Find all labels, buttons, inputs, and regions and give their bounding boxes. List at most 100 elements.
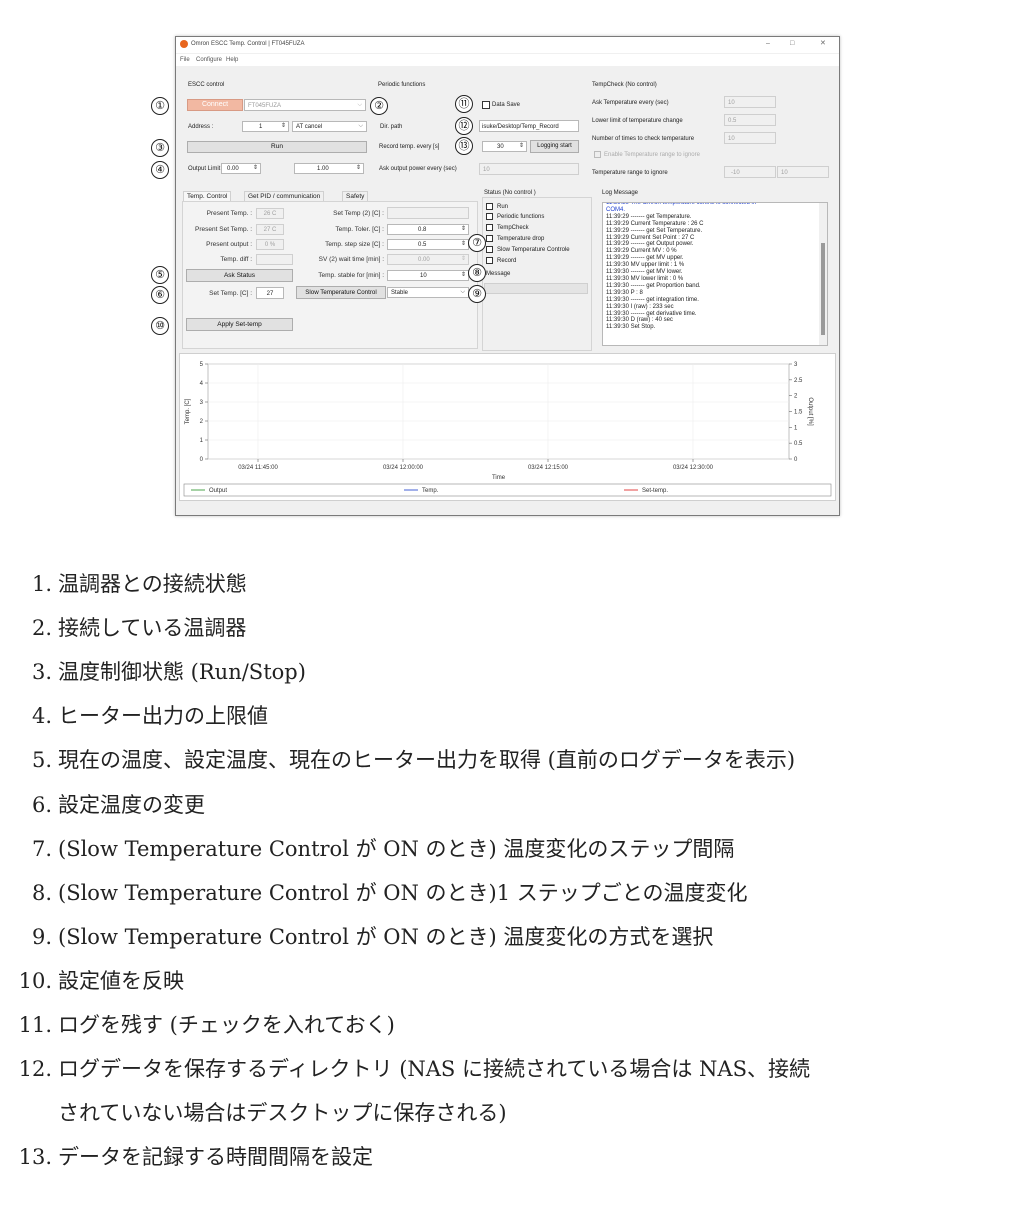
- description-text: ヒーター出力の上限値: [58, 704, 268, 729]
- y2-tick-label: 1.5: [794, 410, 803, 416]
- log-line: 11:39:30 I (raw) : 233 sec: [606, 303, 674, 310]
- step-size-label: Temp. step size [C] :: [325, 241, 384, 248]
- spin-arrows-icon: ⇕: [518, 143, 524, 149]
- run-button[interactable]: Run: [187, 141, 367, 153]
- legend-label: Set-temp.: [642, 488, 668, 494]
- output-limit-high-spinner[interactable]: 1.00 ⇕: [294, 163, 364, 174]
- range-low-input[interactable]: -10: [724, 166, 776, 178]
- lower-limit-value: 0.5: [728, 118, 737, 124]
- record-every-spinner[interactable]: 30 ⇕: [482, 141, 527, 152]
- output-limit-low-spinner[interactable]: 0.00 ⇕: [221, 163, 261, 174]
- y-tick-label: 0: [200, 457, 204, 463]
- menu-file[interactable]: File: [180, 56, 190, 64]
- marker-6: ⑥: [151, 286, 169, 304]
- periodic-section-title: Periodic functions: [378, 82, 426, 88]
- description-text: データを記録する時間間隔を設定: [58, 1145, 373, 1170]
- menu-configure[interactable]: Configure: [196, 56, 222, 64]
- set-temp-input[interactable]: 27: [256, 287, 284, 299]
- description-item: 13. データを記録する時間間隔を設定: [8, 1143, 373, 1171]
- device-select[interactable]: FT045FUZA ⌵: [244, 99, 366, 111]
- description-item: 10. 設定値を反映: [8, 967, 184, 995]
- close-button[interactable]: ✕: [820, 39, 826, 48]
- description-text: 設定温度の変更: [58, 792, 205, 817]
- set-temp-value: 27: [266, 291, 274, 297]
- range-label: Temperature range to ignore: [592, 170, 668, 176]
- dir-path-value: isuke/Desktop/Temp_Record: [482, 124, 559, 130]
- description-text: されていない場合はデスクトップに保存される): [58, 1101, 507, 1126]
- connect-button[interactable]: Connect: [187, 99, 243, 111]
- log-line: 11:39:29 ------- get Temperature.: [606, 213, 692, 220]
- description-number: 9.: [31, 924, 52, 949]
- toler-value: 0.8: [418, 227, 427, 233]
- log-scrollbar[interactable]: [819, 203, 827, 345]
- enable-range-label: Enable Temperature range to ignore: [604, 152, 700, 158]
- message-field: [484, 283, 588, 294]
- address-value: 1: [259, 124, 263, 130]
- set-temp2-input[interactable]: [387, 207, 469, 219]
- times-input[interactable]: 10: [724, 132, 776, 144]
- y2-tick-label: 0: [794, 457, 798, 463]
- status-temp-drop-checkbox: [486, 235, 493, 242]
- description-text: (Slow Temperature Control が ON のとき) 温度変化…: [58, 836, 735, 861]
- present-set-value: 27 C: [263, 227, 277, 233]
- ask-output-input[interactable]: 10: [479, 163, 579, 175]
- menu-bar: File Configure Help: [176, 54, 839, 66]
- y-tick-label: 3: [200, 400, 204, 406]
- data-save-checkbox[interactable]: [482, 101, 490, 109]
- marker-9: ⑨: [468, 285, 486, 303]
- y2-tick-label: 2: [794, 394, 798, 400]
- address-spinner[interactable]: 1 ⇕: [242, 121, 289, 132]
- description-text: 接続している温調器: [58, 616, 247, 641]
- spin-arrows-icon: ⇕: [460, 241, 466, 247]
- apply-set-temp-button[interactable]: Apply Set-temp: [186, 318, 293, 331]
- y-axis-label: Temp. [C]: [185, 398, 191, 424]
- device-value: FT045FUZA: [248, 103, 282, 109]
- spin-arrows-icon: ⇕: [252, 165, 258, 171]
- description-item: 2. 接続している温調器: [8, 614, 246, 642]
- maximize-button[interactable]: □: [790, 39, 794, 48]
- slow-temperature-control-button[interactable]: Slow Temperature Control: [296, 286, 386, 299]
- step-size-spinner[interactable]: 0.5 ⇕: [387, 239, 469, 250]
- log-line: 11:39:30 D (raw) : 40 sec: [606, 317, 673, 324]
- y-tick-label: 2: [200, 419, 204, 425]
- log-scrollbar-thumb[interactable]: [821, 243, 825, 335]
- description-number: 6.: [31, 792, 52, 817]
- logging-start-button[interactable]: Logging start: [530, 140, 579, 153]
- spin-arrows-icon: ⇕: [355, 165, 361, 171]
- tab-temp-control[interactable]: Temp. Control: [183, 191, 232, 201]
- x-tick-label: 03/24 12:00:00: [383, 465, 424, 471]
- ask-status-button[interactable]: Ask Status: [186, 269, 293, 282]
- tab-get-pid[interactable]: Get PID / communication: [244, 191, 325, 201]
- minimize-button[interactable]: –: [766, 39, 770, 48]
- enable-range-checkbox[interactable]: [594, 151, 601, 158]
- lower-limit-label: Lower limit of temperature change: [592, 118, 683, 124]
- spin-arrows-icon: ⇕: [460, 256, 466, 262]
- menu-help[interactable]: Help: [226, 56, 238, 64]
- tab-safety[interactable]: Safety: [342, 191, 369, 201]
- dir-path-input[interactable]: isuke/Desktop/Temp_Record: [479, 120, 579, 132]
- toler-spinner[interactable]: 0.8 ⇕: [387, 224, 469, 235]
- description-item: 5. 現在の温度、設定温度、現在のヒーター出力を取得 (直前のログデータを表示): [8, 746, 795, 774]
- temp-diff-label: Temp. diff :: [220, 256, 252, 263]
- log-message-box[interactable]: 11:39:29 The Omron temperature control i…: [602, 202, 828, 346]
- y2-tick-label: 2.5: [794, 378, 803, 384]
- chevron-down-icon: ⌵: [357, 102, 362, 108]
- range-high-input[interactable]: 10: [777, 166, 829, 178]
- description-text: (Slow Temperature Control が ON のとき)1 ステッ…: [58, 880, 748, 905]
- ask-every-input[interactable]: 10: [724, 96, 776, 108]
- description-item: 9. (Slow Temperature Control が ON のとき) 温度…: [8, 923, 713, 951]
- description-text: (Slow Temperature Control が ON のとき) 温度変化…: [58, 924, 714, 949]
- temperature-chart: 0 1 2 3 4 5 0 0.5 1 1.5 2 2.5 3 03/24 11:45:00 03/24 1…: [183, 362, 832, 497]
- status-temp-drop-label: Temperature drop: [497, 236, 545, 242]
- slow-mode-select[interactable]: Stable ⌵: [387, 287, 469, 298]
- lower-limit-input[interactable]: 0.5: [724, 114, 776, 126]
- description-text: 温調器との接続状態: [58, 572, 247, 596]
- status-tempcheck-checkbox: [486, 224, 493, 231]
- at-mode-select[interactable]: AT cancel ⌵: [292, 121, 367, 132]
- stable-for-spinner[interactable]: 10 ⇕: [387, 270, 469, 281]
- wait-time-spinner[interactable]: 0.00 ⇕: [387, 254, 469, 265]
- status-record-label: Record: [497, 258, 517, 264]
- description-item: 7. (Slow Temperature Control が ON のとき) 温度…: [8, 835, 734, 863]
- set-temp-label: Set Temp. [C] :: [209, 290, 252, 297]
- marker-7: ⑦: [468, 234, 486, 252]
